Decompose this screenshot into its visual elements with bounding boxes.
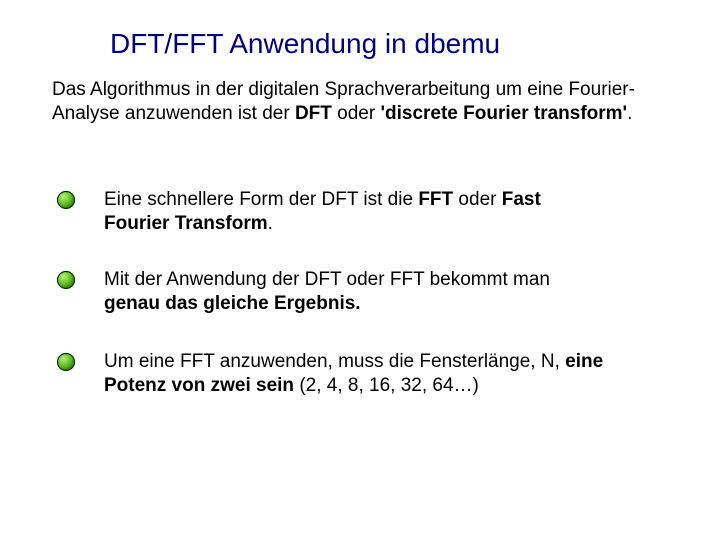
bullet-2-a: Mit der Anwendung der DFT oder FFT bekom… [104, 269, 550, 290]
page-title: DFT/FFT Anwendung in dbemu [110, 28, 500, 60]
bullet-item-3: Um eine FFT anzuwenden, muss die Fenster… [56, 350, 604, 398]
bullet-2-b: genau das gleiche Ergebnis. [104, 293, 361, 314]
bullet-1-b: FFT [418, 189, 453, 210]
bullet-text-3: Um eine FFT anzuwenden, muss die Fenster… [104, 350, 604, 398]
intro-text-3: . [627, 103, 632, 124]
bullet-3-a: Um eine FFT anzuwenden, muss die Fenster… [104, 351, 565, 372]
sphere-icon [56, 352, 76, 377]
bullet-text-2: Mit der Anwendung der DFT oder FFT bekom… [104, 268, 604, 316]
intro-paragraph: Das Algorithmus in der digitalen Sprachv… [52, 78, 652, 126]
bullet-1-c: oder [453, 189, 502, 210]
bullet-item-2: Mit der Anwendung der DFT oder FFT bekom… [56, 268, 604, 316]
bullet-1-a: Eine schnellere Form der DFT ist die [104, 189, 418, 210]
bullet-1-e: . [268, 213, 273, 234]
sphere-icon [56, 190, 76, 215]
bullet-text-1: Eine schnellere Form der DFT ist die FFT… [104, 188, 604, 236]
bullet-3-c: (2, 4, 8, 16, 32, 64…) [294, 375, 479, 396]
intro-text-2: oder [332, 103, 381, 124]
intro-bold-2: 'discrete Fourier transform' [380, 103, 627, 124]
bullet-item-1: Eine schnellere Form der DFT ist die FFT… [56, 188, 604, 236]
sphere-icon [56, 270, 76, 295]
intro-bold-1: DFT [295, 103, 332, 124]
